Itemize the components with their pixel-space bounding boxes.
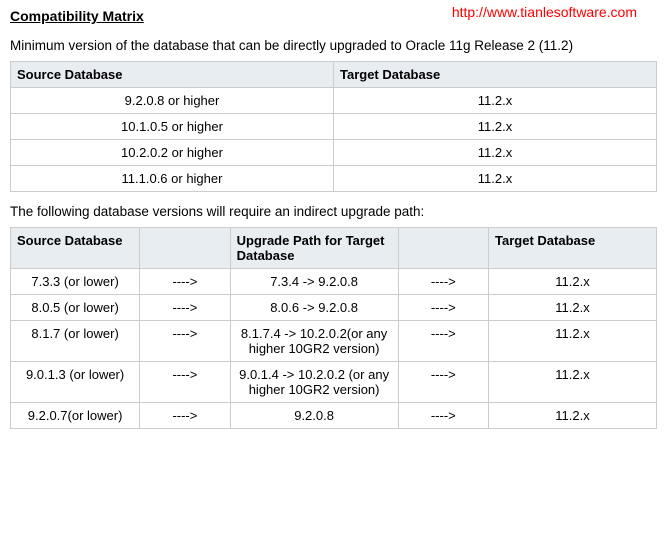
col-source: Source Database [11, 62, 334, 88]
cell-target: 11.2.x [489, 295, 657, 321]
cell-source: 8.1.7 (or lower) [11, 321, 140, 362]
direct-upgrade-table: Source Database Target Database 9.2.0.8 … [10, 61, 657, 192]
cell-source: 9.2.0.7(or lower) [11, 403, 140, 429]
cell-path: 8.1.7.4 -> 10.2.0.2(or any higher 10GR2 … [230, 321, 398, 362]
table-row: 8.1.7 (or lower) ----> 8.1.7.4 -> 10.2.0… [11, 321, 657, 362]
cell-target: 11.2.x [489, 403, 657, 429]
table-row: 9.2.0.8 or higher 11.2.x [11, 88, 657, 114]
cell-source: 7.3.3 (or lower) [11, 269, 140, 295]
table-row: 11.1.0.6 or higher 11.2.x [11, 166, 657, 192]
table-row: 9.0.1.3 (or lower) ----> 9.0.1.4 -> 10.2… [11, 362, 657, 403]
cell-arrow: ----> [140, 295, 230, 321]
header-row: Compatibility Matrix http://www.tianleso… [10, 8, 657, 24]
col-target: Target Database [489, 228, 657, 269]
cell-path: 7.3.4 -> 9.2.0.8 [230, 269, 398, 295]
cell-source: 10.2.0.2 or higher [11, 140, 334, 166]
cell-arrow: ----> [140, 321, 230, 362]
cell-arrow: ----> [398, 295, 488, 321]
table-row: 9.2.0.7(or lower) ----> 9.2.0.8 ----> 11… [11, 403, 657, 429]
cell-target: 11.2.x [334, 114, 657, 140]
col-source: Source Database [11, 228, 140, 269]
cell-arrow: ----> [398, 362, 488, 403]
cell-source: 8.0.5 (or lower) [11, 295, 140, 321]
table-header-row: Source Database Upgrade Path for Target … [11, 228, 657, 269]
cell-source: 10.1.0.5 or higher [11, 114, 334, 140]
cell-target: 11.2.x [489, 269, 657, 295]
cell-target: 11.2.x [334, 88, 657, 114]
cell-arrow: ----> [140, 362, 230, 403]
cell-target: 11.2.x [489, 362, 657, 403]
table-header-row: Source Database Target Database [11, 62, 657, 88]
cell-arrow: ----> [140, 269, 230, 295]
section1-description: Minimum version of the database that can… [10, 38, 657, 53]
cell-arrow: ----> [398, 321, 488, 362]
col-target: Target Database [334, 62, 657, 88]
cell-path: 9.0.1.4 -> 10.2.0.2 (or any higher 10GR2… [230, 362, 398, 403]
cell-source: 9.0.1.3 (or lower) [11, 362, 140, 403]
table-row: 7.3.3 (or lower) ----> 7.3.4 -> 9.2.0.8 … [11, 269, 657, 295]
cell-target: 11.2.x [489, 321, 657, 362]
cell-arrow: ----> [398, 269, 488, 295]
cell-path: 9.2.0.8 [230, 403, 398, 429]
cell-arrow: ----> [140, 403, 230, 429]
cell-source: 9.2.0.8 or higher [11, 88, 334, 114]
col-arrow1 [140, 228, 230, 269]
cell-target: 11.2.x [334, 140, 657, 166]
col-arrow2 [398, 228, 488, 269]
table-row: 8.0.5 (or lower) ----> 8.0.6 -> 9.2.0.8 … [11, 295, 657, 321]
cell-arrow: ----> [398, 403, 488, 429]
watermark-link: http://www.tianlesoftware.com [452, 4, 637, 20]
section2-description: The following database versions will req… [10, 204, 657, 219]
cell-path: 8.0.6 -> 9.2.0.8 [230, 295, 398, 321]
col-path: Upgrade Path for Target Database [230, 228, 398, 269]
table-row: 10.2.0.2 or higher 11.2.x [11, 140, 657, 166]
page-title: Compatibility Matrix [10, 8, 144, 24]
indirect-upgrade-table: Source Database Upgrade Path for Target … [10, 227, 657, 429]
cell-target: 11.2.x [334, 166, 657, 192]
cell-source: 11.1.0.6 or higher [11, 166, 334, 192]
table-row: 10.1.0.5 or higher 11.2.x [11, 114, 657, 140]
